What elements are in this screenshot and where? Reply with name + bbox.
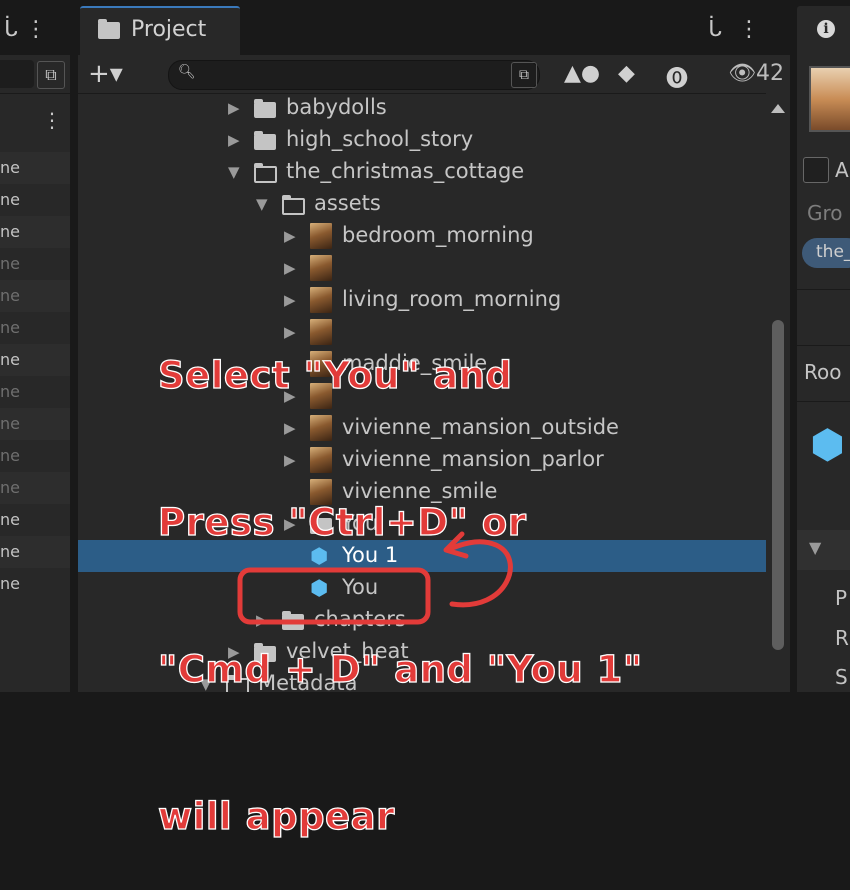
transform-field-label-1: P (835, 586, 848, 610)
tab-inspector[interactable]: i (797, 6, 850, 55)
tutorial-annotation: Select "You" and Press "Ctrl+D" or "Cmd … (157, 253, 643, 890)
info-icon: i (817, 20, 835, 38)
left-list: ne ne ne ne ne ne ne ne ne ne ne ne ne ne (0, 152, 70, 600)
tree-row[interactable]: ▶ high_school_story (78, 124, 766, 156)
filter-by-warning-icon[interactable]: ⓿ (666, 61, 688, 93)
hierarchy-row[interactable]: ne (0, 216, 70, 248)
folder-icon (254, 131, 276, 150)
component-header[interactable]: ▼ (797, 530, 850, 570)
collapsed-arrow-icon[interactable]: ▶ (284, 227, 296, 245)
folder-icon (254, 99, 276, 118)
hierarchy-row[interactable]: ne (0, 408, 70, 440)
hierarchy-row[interactable]: ne (0, 440, 70, 472)
image-thumbnail-icon (310, 223, 332, 249)
scroll-up-arrow-icon[interactable] (771, 104, 785, 113)
hierarchy-row[interactable]: ne (0, 344, 70, 376)
filter-by-type-icon[interactable]: ▲● (564, 61, 600, 86)
left-tab-bar: ᒑ ⋮ (0, 0, 70, 55)
tab-project[interactable]: Project (80, 6, 240, 57)
hierarchy-row[interactable]: ne (0, 472, 70, 504)
foldout-arrow-icon[interactable]: ▼ (809, 538, 821, 557)
annotation-line-2: Press "Ctrl+D" or (157, 500, 527, 544)
asset-label-pill-text: the_ (816, 242, 850, 262)
hierarchy-row[interactable]: ne (0, 152, 70, 184)
folder-icon (98, 19, 120, 39)
project-toolbar: +▾ 🔍︎ ⧉ ▲● ◆ ⓿ 👁42 (78, 55, 790, 94)
divider (797, 345, 850, 346)
tree-row-label: bedroom_morning (342, 223, 534, 247)
inspector-panel: i A Gro the_ Roo ⬢ ▼ P R S (797, 0, 850, 692)
hierarchy-row[interactable]: ne (0, 248, 70, 280)
hierarchy-row[interactable]: ne (0, 376, 70, 408)
project-tab-bar: Project ᒑ⋮ (78, 0, 790, 57)
open-folder-icon (282, 195, 305, 215)
search-by-type-button[interactable]: ⧉ (511, 62, 537, 88)
lock-and-menu-icons[interactable]: ᒑ⋮ (708, 17, 776, 42)
collapsed-arrow-icon[interactable]: ▶ (228, 99, 240, 117)
prefab-cube-icon: ⬢ (810, 422, 845, 468)
checkbox-label: A (835, 158, 849, 182)
scroll-thumb[interactable] (772, 320, 784, 650)
hierarchy-row[interactable]: ne (0, 312, 70, 344)
asset-label-pill[interactable]: the_ (802, 238, 850, 268)
kebab-menu-icon[interactable]: ⋮ (42, 108, 62, 132)
create-dropdown-button[interactable]: +▾ (88, 59, 123, 89)
hierarchy-row[interactable]: ne (0, 184, 70, 216)
tree-scrollbar[interactable] (766, 92, 790, 692)
collapsed-arrow-icon[interactable]: ▶ (228, 131, 240, 149)
filter-by-label-icon[interactable]: ◆ (618, 61, 635, 86)
active-checkbox[interactable] (803, 157, 829, 183)
expanded-arrow-icon[interactable]: ▼ (256, 195, 268, 213)
hierarchy-row[interactable]: ne (0, 568, 70, 600)
tab-project-label: Project (131, 17, 207, 42)
annotation-line-1: Select "You" and (157, 353, 513, 397)
tree-row[interactable]: ▶ bedroom_morning (78, 220, 766, 252)
hierarchy-panel: ᒑ ⋮ ⧉ ⋮ ne ne ne ne ne ne ne ne ne ne ne ne ne ne (0, 0, 70, 692)
search-icon: 🔍︎ (178, 64, 196, 80)
group-label: Gro (807, 201, 843, 225)
root-label: Roo (804, 360, 842, 384)
hidden-packages-count[interactable]: 👁42 (728, 61, 784, 86)
asset-preview-thumbnail (809, 66, 850, 132)
tree-row[interactable]: ▶ babydolls (78, 92, 766, 124)
left-toggle-button[interactable]: ⧉ (37, 61, 65, 89)
divider (797, 401, 850, 402)
tree-row-label: high_school_story (286, 127, 474, 151)
expanded-arrow-icon[interactable]: ▼ (228, 163, 240, 181)
hierarchy-row[interactable]: ne (0, 536, 70, 568)
tree-row[interactable]: ▼ assets (78, 188, 766, 220)
transform-field-label-2: R (835, 626, 849, 650)
inspector-tab-bar: i (797, 0, 850, 55)
open-folder-icon (254, 163, 277, 183)
search-input[interactable]: 🔍︎ ⧉ (168, 60, 540, 90)
tree-row-label: the_christmas_cottage (286, 159, 525, 183)
transform-field-label-3: S (835, 665, 848, 689)
lock-and-menu-icons[interactable]: ᒑ ⋮ (4, 17, 47, 42)
annotation-line-3: "Cmd + D" and "You 1" (157, 647, 643, 691)
hierarchy-row[interactable]: ne (0, 504, 70, 536)
annotation-line-4: will appear (157, 794, 395, 838)
tree-row-label: assets (314, 191, 381, 215)
left-toolbar: ⧉ (0, 55, 70, 94)
divider (797, 289, 850, 290)
tree-row-label: babydolls (286, 95, 387, 119)
hierarchy-row[interactable]: ne (0, 280, 70, 312)
left-search-field[interactable] (0, 60, 34, 88)
tree-row[interactable]: ▼ the_christmas_cottage (78, 156, 766, 188)
